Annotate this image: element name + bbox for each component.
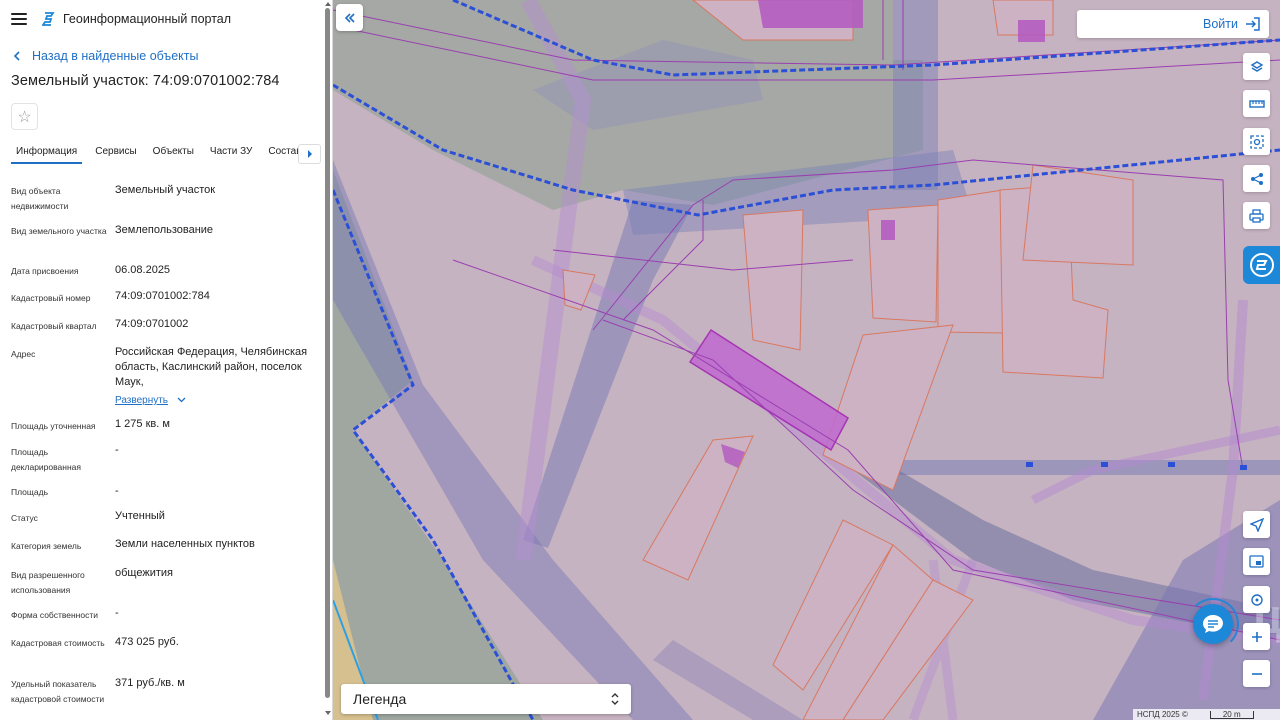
property-value: - bbox=[115, 485, 119, 497]
tabs-scroll-right-button[interactable] bbox=[298, 144, 321, 164]
layers-icon bbox=[1250, 60, 1263, 72]
property-label: Вид разрешенного использования bbox=[11, 570, 85, 595]
legend-label: Легенда bbox=[353, 691, 407, 707]
favorite-button[interactable]: ☆ bbox=[11, 103, 38, 130]
tab-info[interactable]: Информация bbox=[11, 142, 83, 164]
property-value: - bbox=[115, 607, 119, 619]
property-label: Площадь уточненная bbox=[11, 421, 96, 431]
map-attribution: НСПД 2025 © 20 m bbox=[1133, 709, 1280, 720]
nspd-icon bbox=[1249, 253, 1274, 277]
zoom-out-icon bbox=[1251, 672, 1262, 675]
property-label: Категория земель bbox=[11, 541, 82, 551]
select-area-icon bbox=[1249, 134, 1264, 149]
print-button[interactable] bbox=[1243, 202, 1270, 229]
collapse-panel-button[interactable] bbox=[336, 4, 363, 31]
minimap-icon bbox=[1249, 555, 1264, 568]
nspd-button[interactable] bbox=[1243, 246, 1280, 284]
map-canvas[interactable]: циан ID 322418903 bbox=[333, 0, 1280, 720]
login-icon bbox=[1246, 17, 1260, 31]
back-link-label: Назад в найденные объекты bbox=[32, 49, 199, 63]
property-label: Удельный показатель кадастровой стоимост… bbox=[11, 679, 105, 704]
tab-objects[interactable]: Объекты bbox=[148, 142, 199, 164]
locate-button[interactable] bbox=[1243, 511, 1270, 538]
property-label: Кадастровая стоимость bbox=[11, 638, 105, 648]
property-value: - bbox=[115, 444, 119, 456]
property-value: 1 275 кв. м bbox=[115, 418, 170, 430]
burger-icon[interactable] bbox=[11, 13, 27, 25]
scale-bar: 20 m bbox=[1209, 710, 1254, 719]
property-label: Адрес bbox=[11, 349, 36, 359]
login-label: Войти bbox=[1203, 17, 1238, 31]
double-chevron-left-icon bbox=[344, 12, 355, 23]
ruler-button[interactable] bbox=[1243, 90, 1270, 117]
geo-search-icon bbox=[1250, 593, 1263, 606]
chevron-down-icon bbox=[177, 397, 186, 403]
tab-services[interactable]: Сервисы bbox=[90, 142, 141, 164]
panel-scrollbar[interactable] bbox=[325, 8, 330, 698]
zoom-in-button[interactable] bbox=[1243, 623, 1270, 650]
property-value: 06.08.2025 bbox=[115, 264, 171, 276]
scroll-up-arrow-icon[interactable] bbox=[324, 1, 332, 7]
property-value: 473 025 руб. bbox=[115, 636, 179, 648]
info-panel: Геоинформационный портал Назад в найденн… bbox=[0, 0, 333, 720]
top-bar: Геоинформационный портал bbox=[0, 0, 332, 38]
property-label: Дата присвоения bbox=[11, 266, 79, 276]
property-value: 74:09:0701002 bbox=[115, 318, 189, 330]
page-title: Земельный участок: 74:09:0701002:784 bbox=[11, 73, 280, 89]
property-label: Вид объекта недвижимости bbox=[11, 186, 69, 211]
property-label: Кадастровый квартал bbox=[11, 321, 97, 331]
property-value: Земельный участок bbox=[115, 184, 216, 196]
property-value: Учтенный bbox=[115, 510, 165, 522]
property-label: Кадастровый номер bbox=[11, 293, 91, 303]
chat-icon bbox=[1203, 615, 1223, 633]
login-button[interactable]: Войти bbox=[1077, 10, 1269, 38]
share-icon bbox=[1250, 172, 1263, 185]
property-value: 74:09:0701002:784 bbox=[115, 290, 210, 302]
locate-icon bbox=[1249, 517, 1264, 532]
legend-dropdown[interactable]: Легенда bbox=[341, 684, 631, 714]
portal-logo-icon bbox=[42, 12, 55, 26]
app-title: Геоинформационный портал bbox=[63, 12, 232, 26]
chevron-left-icon bbox=[13, 51, 20, 61]
property-label: Форма собственности bbox=[11, 610, 98, 620]
property-label: Площадь декларированная bbox=[11, 447, 81, 472]
property-value: общежития bbox=[115, 567, 173, 579]
property-value: Российская Федерация, Челябинская област… bbox=[115, 346, 308, 388]
chat-button[interactable] bbox=[1193, 604, 1233, 644]
print-icon bbox=[1249, 208, 1264, 223]
select-area-button[interactable] bbox=[1243, 128, 1270, 155]
property-label: Статус bbox=[11, 513, 38, 523]
geo-search-button[interactable] bbox=[1243, 586, 1270, 613]
map-layers bbox=[333, 0, 1280, 720]
minimap-button[interactable] bbox=[1243, 548, 1270, 575]
expand-label: Развернуть bbox=[115, 395, 169, 406]
ruler-icon bbox=[1248, 99, 1265, 108]
chevron-right-icon bbox=[307, 150, 312, 158]
star-icon: ☆ bbox=[17, 108, 32, 126]
chevron-updown-icon bbox=[611, 693, 619, 705]
zoom-out-button[interactable] bbox=[1243, 660, 1270, 687]
tabs-bar: Информация Сервисы Объекты Части ЗУ Сост… bbox=[0, 142, 322, 168]
property-value: 371 руб./кв. м bbox=[115, 677, 185, 689]
expand-address-link[interactable]: Развернуть bbox=[115, 393, 315, 408]
property-label: Вид земельного участка bbox=[11, 226, 107, 236]
property-label: Площадь bbox=[11, 487, 49, 497]
back-link[interactable]: Назад в найденные объекты bbox=[0, 38, 332, 74]
share-button[interactable] bbox=[1243, 165, 1270, 192]
tab-parts[interactable]: Части ЗУ bbox=[205, 142, 257, 164]
scroll-down-arrow-icon[interactable] bbox=[324, 710, 332, 716]
property-value: Землепользование bbox=[115, 224, 214, 236]
zoom-in-icon bbox=[1251, 631, 1262, 642]
layers-button[interactable] bbox=[1243, 53, 1270, 80]
property-value: Земли населенных пунктов bbox=[115, 538, 255, 550]
attribution-text: НСПД 2025 © bbox=[1137, 710, 1188, 719]
